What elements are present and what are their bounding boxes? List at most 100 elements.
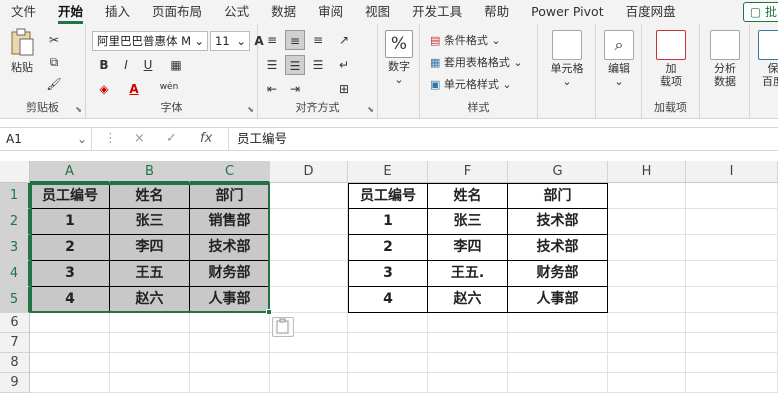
grid-cell[interactable] bbox=[270, 373, 348, 393]
paste-options-button[interactable] bbox=[272, 317, 294, 337]
table-cell[interactable]: 技术部 bbox=[508, 209, 608, 235]
grid-cell[interactable] bbox=[270, 183, 348, 209]
grid-cell[interactable] bbox=[428, 313, 508, 333]
table-cell[interactable]: 人事部 bbox=[190, 287, 270, 313]
insert-function-icon[interactable]: fx bbox=[200, 128, 212, 150]
table-cell[interactable]: 姓名 bbox=[428, 183, 508, 209]
grid-cell[interactable] bbox=[608, 183, 686, 209]
tab-1[interactable]: 开始 bbox=[47, 0, 94, 24]
tab-10[interactable]: Power Pivot bbox=[520, 0, 614, 24]
table-cell[interactable]: 姓名 bbox=[110, 183, 190, 209]
grid-cell[interactable] bbox=[686, 353, 778, 373]
grid-cell[interactable] bbox=[608, 373, 686, 393]
table-cell[interactable]: 3 bbox=[348, 261, 428, 287]
editing-button[interactable]: ⌕ 编辑 ⌄ bbox=[600, 30, 638, 88]
cut-icon[interactable]: ✂ bbox=[44, 30, 64, 50]
conditional-format-button[interactable]: ▤ 条件格式 ⌄ bbox=[430, 32, 501, 48]
column-header[interactable]: D bbox=[270, 161, 348, 183]
column-header[interactable]: A bbox=[30, 161, 110, 183]
grid-cell[interactable] bbox=[348, 313, 428, 333]
grid-cell[interactable] bbox=[608, 261, 686, 287]
tab-8[interactable]: 开发工具 bbox=[401, 0, 473, 24]
tab-4[interactable]: 公式 bbox=[213, 0, 260, 24]
table-cell[interactable]: 技术部 bbox=[508, 235, 608, 261]
table-cell[interactable]: 员工编号 bbox=[348, 183, 428, 209]
table-cell[interactable]: 1 bbox=[30, 209, 110, 235]
font-name-dropdown[interactable]: 阿里巴巴普惠体 M ⌄ bbox=[92, 31, 208, 51]
grid-cell[interactable] bbox=[190, 353, 270, 373]
analyze-data-button[interactable]: 分析 数据 bbox=[704, 30, 746, 88]
font-color-icon[interactable]: A bbox=[124, 79, 144, 99]
grid-cell[interactable] bbox=[190, 373, 270, 393]
align-bottom-icon[interactable]: ≡ bbox=[308, 30, 328, 50]
select-all-corner[interactable] bbox=[0, 161, 30, 183]
table-cell[interactable]: 财务部 bbox=[508, 261, 608, 287]
column-header[interactable]: I bbox=[686, 161, 778, 183]
table-cell[interactable]: 赵六 bbox=[110, 287, 190, 313]
tab-7[interactable]: 视图 bbox=[354, 0, 401, 24]
column-header[interactable]: G bbox=[508, 161, 608, 183]
grid-cell[interactable] bbox=[428, 373, 508, 393]
decrease-indent-icon[interactable]: ⇤ bbox=[262, 79, 282, 99]
grid-cell[interactable] bbox=[686, 261, 778, 287]
grid-cell[interactable] bbox=[508, 333, 608, 353]
grid-cell[interactable] bbox=[110, 333, 190, 353]
grid-cell[interactable] bbox=[270, 353, 348, 373]
table-cell[interactable]: 赵六 bbox=[428, 287, 508, 313]
phonetic-icon[interactable]: wén bbox=[156, 77, 182, 97]
grid-cell[interactable] bbox=[686, 235, 778, 261]
row-header[interactable]: 6 bbox=[0, 313, 30, 333]
table-cell[interactable]: 销售部 bbox=[190, 209, 270, 235]
column-header[interactable]: H bbox=[608, 161, 686, 183]
tab-0[interactable]: 文件 bbox=[0, 0, 47, 24]
align-center-icon[interactable]: ☰ bbox=[285, 55, 305, 75]
grid-cell[interactable] bbox=[348, 353, 428, 373]
dialog-launcher-icon[interactable]: ⬊ bbox=[367, 105, 374, 114]
table-cell[interactable]: 员工编号 bbox=[30, 183, 110, 209]
paste-button[interactable]: 粘贴 bbox=[4, 28, 40, 74]
dialog-launcher-icon[interactable]: ⬊ bbox=[75, 105, 82, 114]
grid-cell[interactable] bbox=[30, 313, 110, 333]
fill-handle[interactable] bbox=[266, 309, 272, 315]
grid-cell[interactable] bbox=[30, 333, 110, 353]
align-left-icon[interactable]: ☰ bbox=[262, 55, 282, 75]
table-cell[interactable]: 张三 bbox=[110, 209, 190, 235]
grid-cell[interactable] bbox=[270, 287, 348, 313]
grid-cell[interactable] bbox=[348, 333, 428, 353]
table-cell[interactable]: 部门 bbox=[508, 183, 608, 209]
grid-cell[interactable] bbox=[686, 333, 778, 353]
column-header[interactable]: F bbox=[428, 161, 508, 183]
worksheet-grid[interactable]: A B C D E F G H I 1 2 3 4 5 6 7 8 9 员工编号 姓名 部门 1 张三 销售部 2 李四 技术部 3 王… bbox=[0, 161, 778, 400]
grid-cell[interactable] bbox=[110, 313, 190, 333]
grid-cell[interactable] bbox=[270, 209, 348, 235]
column-header[interactable]: E bbox=[348, 161, 428, 183]
table-cell[interactable]: 1 bbox=[348, 209, 428, 235]
copy-icon[interactable]: ⧉ bbox=[44, 52, 64, 72]
grid-cell[interactable] bbox=[270, 235, 348, 261]
table-cell[interactable]: 李四 bbox=[428, 235, 508, 261]
grid-cell[interactable] bbox=[608, 353, 686, 373]
format-painter-icon[interactable]: 🖌 bbox=[44, 74, 64, 94]
share-button[interactable]: ▢ 批 bbox=[742, 2, 778, 22]
italic-button[interactable]: I bbox=[116, 55, 136, 75]
merge-center-icon[interactable]: ⊞ bbox=[334, 79, 354, 99]
border-icon[interactable]: ▦ bbox=[166, 55, 186, 75]
grid-cell[interactable] bbox=[508, 353, 608, 373]
align-middle-icon[interactable]: ≡ bbox=[285, 30, 305, 50]
grid-cell[interactable] bbox=[428, 353, 508, 373]
grid-cell[interactable] bbox=[270, 261, 348, 287]
table-cell[interactable]: 4 bbox=[30, 287, 110, 313]
underline-button[interactable]: U bbox=[138, 55, 158, 75]
table-cell[interactable]: 3 bbox=[30, 261, 110, 287]
column-header[interactable]: B bbox=[110, 161, 190, 183]
grid-cell[interactable] bbox=[686, 287, 778, 313]
row-header[interactable]: 8 bbox=[0, 353, 30, 373]
grid-cell[interactable] bbox=[686, 313, 778, 333]
align-right-icon[interactable]: ☰ bbox=[308, 55, 328, 75]
enter-icon[interactable]: ✓ bbox=[166, 128, 177, 150]
row-header[interactable]: 5 bbox=[0, 287, 30, 313]
align-top-icon[interactable]: ≡ bbox=[262, 30, 282, 50]
table-cell[interactable]: 财务部 bbox=[190, 261, 270, 287]
grid-cell[interactable] bbox=[428, 333, 508, 353]
orientation-icon[interactable]: ↗ bbox=[334, 30, 354, 50]
